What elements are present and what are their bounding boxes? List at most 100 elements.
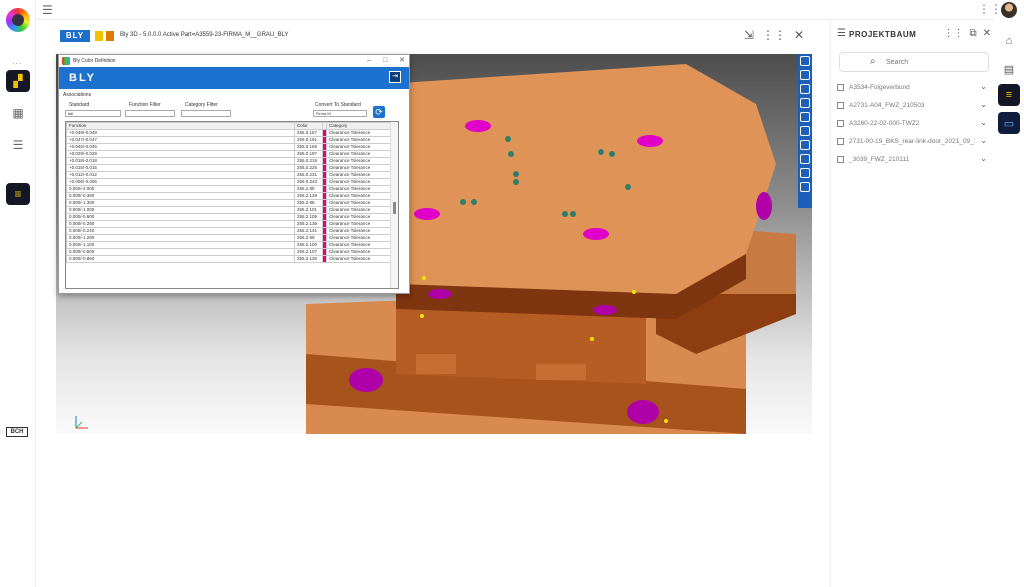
tree-item[interactable]: _3039_FWZ_210111 ⌄ [837, 154, 987, 168]
color-cell: 255.2.126 [294, 255, 323, 263]
table-row[interactable]: +0.045/-0.045 255.0.165 Clearance Toleranc… [66, 143, 393, 151]
list-view-icon[interactable]: ≡ [6, 183, 30, 205]
convert-sync-icon[interactable]: ⟳ [373, 106, 385, 118]
function-cell: +0.047/-0.047 [66, 136, 295, 144]
color-cell: 255.2.141 [294, 227, 323, 235]
drag-handle-icon[interactable]: ⋮⋮ [762, 28, 786, 42]
list-view-icon[interactable]: ≡ [998, 84, 1020, 106]
function-cell: 0.000/-0.500 [66, 248, 295, 256]
pin-icon[interactable]: ⇲ [744, 28, 754, 42]
table-row[interactable]: +0.015/-0.015 255.0.225 Clearance Toleranc… [66, 164, 393, 172]
marker-tool-icon[interactable] [800, 126, 810, 136]
magenta-bore [465, 120, 491, 132]
layer-tool-icon[interactable] [800, 84, 810, 94]
viewport-toolbar [798, 54, 812, 208]
standard-select[interactable]: fall [65, 110, 121, 117]
maximize-icon[interactable]: □ [383, 55, 387, 67]
panel-icon[interactable]: ▭ [998, 112, 1020, 134]
projektbaum-search[interactable]: ⌕ [839, 52, 989, 72]
user-avatar[interactable] [1001, 2, 1017, 18]
color-cell: 255.0.243 [294, 178, 323, 186]
fan-tool-icon[interactable] [800, 140, 810, 150]
convert-standard-select[interactable]: Firma M [313, 110, 367, 117]
chevron-down-icon[interactable]: ⌄ [980, 136, 987, 145]
color-cell: 255.0.157 [294, 129, 323, 137]
category-cell: Clearance Tolerance [326, 241, 393, 249]
tree-item[interactable]: A3534-Folgeverbund ⌄ [837, 82, 987, 96]
table-row[interactable]: +0.047/-0.047 255.0.161 Clearance Toleranc… [66, 136, 393, 144]
table-row[interactable]: +0.018/-0.018 255.0.219 Clearance Toleranc… [66, 157, 393, 165]
color-cell: 255.2.99 [294, 234, 323, 242]
color-cell: 255.0.231 [294, 171, 323, 179]
table-row[interactable]: 0.000/-0.280 255.2.136 Clearance Tolerance [66, 220, 393, 228]
document-icon[interactable]: ▤ [998, 58, 1020, 80]
home-icon[interactable]: ⌂ [998, 30, 1020, 52]
bly-brand-tag: BLY [60, 30, 90, 42]
search-input[interactable] [886, 57, 976, 68]
table-row[interactable]: 0.000/-1.300 255.2.98 Clearance Tolerance [66, 199, 393, 207]
calendar-icon[interactable]: ▦ [6, 102, 30, 124]
top-bar: ☰ ⋮⋮⋮ [36, 0, 1014, 20]
tree-item[interactable]: 2731-00-19_BKS_rear-link-door_2021_09_10… [837, 136, 987, 150]
dialog-banner: BLY ⇥ [59, 67, 409, 89]
table-row[interactable]: 0.000/-0.360 255.2.129 Clearance Tolerance [66, 192, 393, 200]
table-row[interactable]: 0.000/-0.240 255.2.141 Clearance Tolerance [66, 227, 393, 235]
col-color[interactable]: Color [294, 122, 323, 130]
close-panel-icon[interactable]: ✕ [983, 28, 991, 39]
table-row[interactable]: 0.000/-1.000 255.2.101 Clearance Tolerance [66, 206, 393, 214]
save-tool-icon[interactable] [800, 98, 810, 108]
app-logo[interactable] [6, 8, 30, 32]
table-row[interactable]: 0.000/-1.100 255.2.100 Clearance Tolerance [66, 241, 393, 249]
table-row[interactable]: 0.000/-1.200 255.2.99 Clearance Tolerance [66, 234, 393, 242]
popout-icon[interactable]: ⧉ [969, 28, 976, 39]
section-tool-icon[interactable] [800, 154, 810, 164]
hamburger-menu-icon[interactable]: ☰ [42, 3, 53, 17]
search-icon: ⌕ [870, 56, 876, 67]
pin-tool-icon[interactable] [800, 56, 810, 66]
color-cell: 255.2.136 [294, 220, 323, 228]
chevron-down-icon[interactable]: ⌄ [980, 100, 987, 109]
table-row[interactable]: +0.049/-0.049 255.0.157 Clearance Toleranc… [66, 129, 393, 137]
table-row[interactable]: +0.012/-0.012 255.0.231 Clearance Toleranc… [66, 171, 393, 179]
function-filter-input[interactable] [125, 110, 175, 117]
function-filter-label: Function Filter [129, 102, 161, 108]
table-row[interactable]: 0.000/-0.500 255.2.107 Clearance Tolerance [66, 248, 393, 256]
tree-item[interactable]: A3260-22-02-000-TWZ2 ⌄ [837, 118, 987, 132]
table-row[interactable]: 0.000/-0.600 255.2.105 Clearance Tolerance [66, 213, 393, 221]
dialog-app-icon [62, 57, 70, 65]
col-function[interactable]: Function [66, 122, 295, 130]
convert-standard-label: Convert To Standard [315, 102, 361, 108]
paint-roller-icon[interactable]: ▞ [6, 70, 30, 92]
table-row[interactable]: +0.029/-0.029 255.0.197 Clearance Toleranc… [66, 150, 393, 158]
table-row[interactable]: 0.000/-0.860 255.2.126 Clearance Tolerance [66, 255, 393, 263]
checklist-icon[interactable]: ☰ [6, 134, 30, 156]
category-cell: Clearance Tolerance [326, 150, 393, 158]
color-cell: 255.2.98 [294, 199, 323, 207]
category-cell: Clearance Tolerance [326, 227, 393, 235]
cube-tool-icon[interactable] [800, 168, 810, 178]
table-row[interactable]: +0.006/-0.006 255.0.243 Clearance Toleranc… [66, 178, 393, 186]
table-row[interactable]: 0.000/-4.000 255.2.89 Clearance Tolerance [66, 185, 393, 193]
minimize-icon[interactable]: – [367, 55, 371, 67]
exit-icon[interactable]: ⇥ [389, 71, 401, 83]
drag-handle-icon[interactable]: ⋮⋮ [943, 28, 963, 39]
close-dialog-icon[interactable]: ✕ [399, 55, 405, 67]
bch-logo: BCH [6, 427, 28, 437]
open-tool-icon[interactable] [800, 70, 810, 80]
chevron-down-icon[interactable]: ⌄ [980, 118, 987, 127]
undo-tool-icon[interactable] [800, 112, 810, 122]
standard-label: Standard [69, 102, 90, 108]
function-cell: 0.000/-0.860 [66, 255, 295, 263]
chevron-down-icon[interactable]: ⌄ [980, 154, 987, 163]
print-tool-icon[interactable] [800, 182, 810, 192]
table-scrollbar[interactable] [390, 122, 398, 288]
close-icon[interactable]: ✕ [794, 28, 804, 42]
color-cell: 255.2.129 [294, 192, 323, 200]
function-cell: 0.000/-4.000 [66, 185, 295, 193]
category-cell: Clearance Tolerance [326, 206, 393, 214]
col-category[interactable]: Category [326, 122, 393, 130]
category-filter-select[interactable] [181, 110, 231, 117]
tree-item[interactable]: A2731-Ä04_FWZ_210503 ⌄ [837, 100, 987, 114]
chevron-down-icon[interactable]: ⌄ [980, 82, 987, 91]
category-cell: Clearance Tolerance [326, 248, 393, 256]
